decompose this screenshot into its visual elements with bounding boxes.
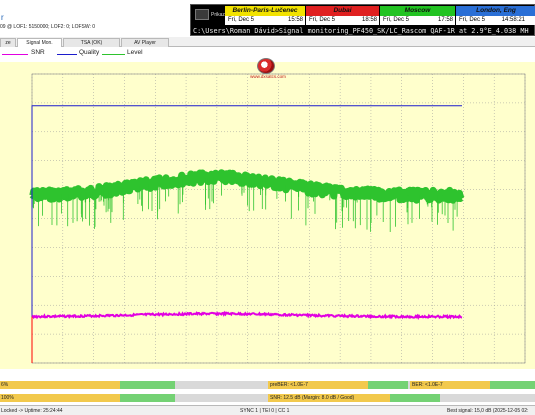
status-seg bbox=[0, 394, 120, 402]
city-moscow: Moscow bbox=[380, 6, 455, 16]
city-dubai: Dubai bbox=[306, 6, 379, 16]
globe-logo-icon bbox=[257, 58, 275, 74]
time-berlin: 15:58 bbox=[287, 17, 303, 23]
ber-value: BER: <1.0E-7 bbox=[412, 382, 443, 388]
tab-signal-mon[interactable]: Signal Mon. bbox=[17, 38, 62, 47]
status-seg bbox=[490, 381, 535, 389]
signal-chart bbox=[29, 73, 526, 364]
status-bar-ber: 6% preBER: <1.0E-7 BER: <1.0E-7 bbox=[0, 381, 535, 389]
time-moscow: 17:58 bbox=[437, 17, 453, 23]
status-seg bbox=[40, 381, 90, 389]
status-seg bbox=[90, 381, 120, 389]
status-seg bbox=[120, 381, 175, 389]
signal-plot bbox=[0, 62, 535, 369]
plot-grid bbox=[31, 73, 526, 364]
status-left-percent: 6% bbox=[1, 382, 9, 388]
status-bar-snr: 100% SNR: 12.5 dB (Margin: 8.0 dB / Good… bbox=[0, 394, 535, 402]
legend-level-swatch bbox=[102, 54, 125, 55]
city-london: London, Eng bbox=[456, 6, 535, 16]
logo-text: www.dxsatcs.com bbox=[250, 74, 286, 79]
legend-quality-swatch bbox=[57, 54, 77, 55]
city-berlin: Berlin-Paris-Lučenec bbox=[225, 6, 305, 16]
status-seg bbox=[440, 394, 535, 402]
status-seg bbox=[175, 381, 265, 389]
status-footer: Locked -> Uptime: 25:24:44 SYNC 1 | TEI … bbox=[0, 405, 535, 415]
status-seg bbox=[368, 381, 408, 389]
snr-series-line bbox=[31, 310, 463, 320]
best-signal-text: Best signal: 15,0 dB (2025-12-05 02: bbox=[447, 408, 529, 414]
lof-info: 09 @ LOF1: 5150000; LOF2: 0; LOFSW: 0 bbox=[0, 24, 96, 30]
uptime-text: Locked -> Uptime: 25:24:44 bbox=[1, 408, 63, 414]
legend-level-label: Level bbox=[127, 49, 143, 56]
tab-av-player[interactable]: AV Player bbox=[121, 38, 169, 47]
status-seg bbox=[390, 394, 440, 402]
status-seg bbox=[175, 394, 265, 402]
sync-text: SYNC 1 | TEI 0 | CC 1 bbox=[240, 408, 290, 414]
status-seg bbox=[120, 394, 175, 402]
time-london: 14:58:21 bbox=[501, 17, 525, 23]
console-command-line: C:\Users\Roman Dávid>Signal monitoring_P… bbox=[193, 27, 529, 35]
app-window: r 09 @ LOF1: 5150000; LOF2: 0; LOFSW: 0 … bbox=[0, 0, 535, 415]
tab-tsa[interactable]: TSA (OK) bbox=[63, 38, 120, 47]
level-series-line bbox=[29, 169, 465, 204]
time-dubai: 18:58 bbox=[361, 17, 377, 23]
dxsat-logo: www.dxsatcs.com bbox=[247, 58, 289, 81]
app-title-fragment: r bbox=[1, 13, 4, 22]
tab-bar: ze Signal Mon. TSA (OK) AV Player bbox=[0, 37, 535, 47]
status-left-percent-2: 100% bbox=[1, 395, 14, 401]
world-clock-window[interactable]: Prikaz Berlin-Paris-Lučenec Dubai Moscow… bbox=[190, 4, 535, 36]
plot-series bbox=[29, 105, 465, 363]
legend-quality-label: Quality bbox=[79, 49, 100, 56]
snr-value: SNR: 12.5 dB (Margin: 8.0 dB / Good) bbox=[270, 395, 355, 401]
preber-value: preBER: <1.0E-7 bbox=[270, 382, 308, 388]
prikaz-label: Prikaz bbox=[211, 12, 225, 18]
legend-snr-swatch bbox=[2, 54, 28, 55]
legend-snr-label: SNR bbox=[31, 49, 45, 56]
console-icon bbox=[195, 9, 209, 20]
quality-series-line bbox=[31, 105, 462, 363]
tab-ze[interactable]: ze bbox=[0, 38, 16, 47]
